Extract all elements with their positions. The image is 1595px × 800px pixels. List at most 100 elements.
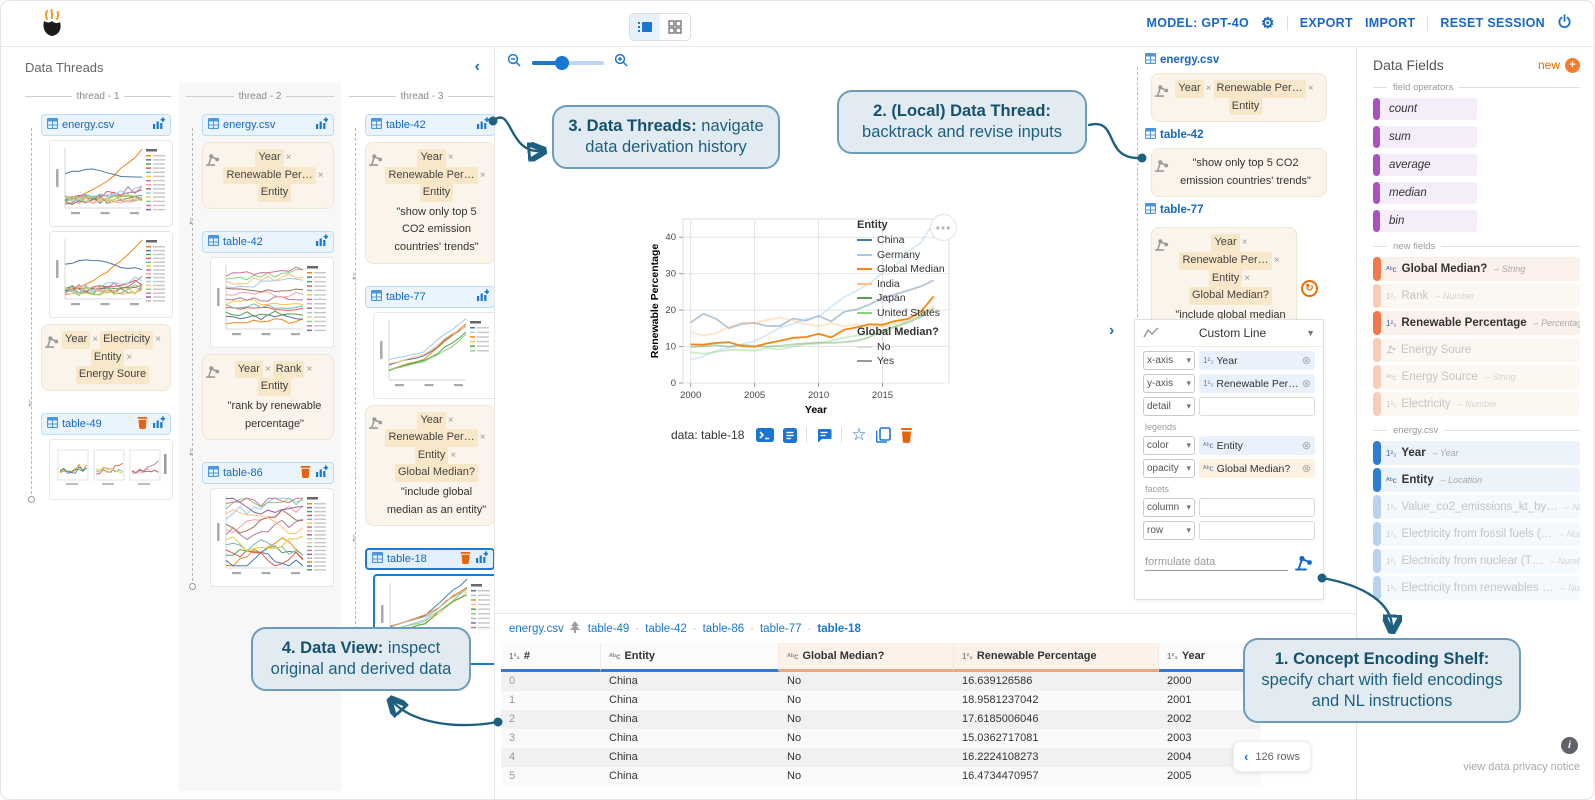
formulate-data-input[interactable]: formulate data xyxy=(1145,556,1288,571)
add-chart-icon[interactable] xyxy=(152,117,165,133)
operator-chip-median[interactable]: median xyxy=(1373,182,1477,204)
remove-field-icon[interactable]: × xyxy=(155,334,161,345)
remove-field-icon[interactable]: × xyxy=(1242,237,1248,248)
info-icon[interactable]: i xyxy=(1561,737,1578,754)
chart-thumbnail[interactable] xyxy=(49,140,173,227)
legend-entry-india[interactable]: India xyxy=(857,278,965,290)
formulate-wand-icon[interactable] xyxy=(1294,554,1313,571)
legend-entry-germany[interactable]: Germany xyxy=(857,249,965,261)
remove-field-icon[interactable]: × xyxy=(448,415,454,426)
derivation-card[interactable]: Year×Renewable Per…×Entity xyxy=(202,142,334,209)
table-card-table-42[interactable]: table-42 xyxy=(202,231,334,253)
legend-entry-united-states[interactable]: United States xyxy=(857,307,965,319)
field-item-renewable-percentage[interactable]: 1²₃Renewable Percentage– Percentage xyxy=(1373,311,1580,335)
field-item-rank[interactable]: 1²₃Rank– Number xyxy=(1373,284,1580,308)
chat-button[interactable] xyxy=(816,428,832,443)
delete-table-icon[interactable] xyxy=(137,416,148,432)
remove-field-icon[interactable]: × xyxy=(265,364,271,375)
channel-selector-x-axis[interactable]: x-axis▾ xyxy=(1143,351,1195,370)
export-button[interactable]: EXPORT xyxy=(1300,16,1353,30)
local-table-link-table-77[interactable]: table-77 xyxy=(1145,203,1327,217)
legend-entry-japan[interactable]: Japan xyxy=(857,292,965,304)
field-chip[interactable]: Entity xyxy=(1229,98,1263,116)
data-view-tab-table-42[interactable]: table-42 xyxy=(645,623,687,635)
operator-chip-count[interactable]: count xyxy=(1373,98,1477,120)
local-table-link-energy.csv[interactable]: energy.csv xyxy=(1145,53,1327,67)
remove-field-icon[interactable]: × xyxy=(126,352,132,363)
chart-thumbnail[interactable] xyxy=(49,439,173,500)
zoom-out-icon[interactable] xyxy=(507,53,522,73)
field-item-electricity-from-nuclear-t-[interactable]: 1²₃Electricity from nuclear (T…– Number xyxy=(1373,549,1580,573)
derivation-card[interactable]: "show only top 5 CO2 emission countries'… xyxy=(1151,148,1327,197)
field-chip[interactable]: Year xyxy=(235,361,263,379)
derivation-card[interactable]: Year×Renewable Per…×Entity xyxy=(1151,73,1327,122)
remove-field-icon[interactable]: × xyxy=(448,152,454,163)
field-chip[interactable]: Rank xyxy=(273,361,305,379)
remove-encoding-icon[interactable]: ⊗ xyxy=(1302,462,1311,475)
remove-field-icon[interactable]: × xyxy=(1244,273,1250,284)
remove-field-icon[interactable]: × xyxy=(318,170,324,181)
refresh-icon[interactable]: ↻ xyxy=(1301,280,1318,297)
chart-thumbnail[interactable] xyxy=(210,257,334,348)
field-item-energy-soure[interactable]: Energy Soure xyxy=(1373,338,1580,362)
field-chip[interactable]: Year xyxy=(62,331,90,349)
remove-field-icon[interactable]: × xyxy=(286,152,292,163)
field-chip[interactable]: Year xyxy=(1175,80,1203,98)
data-view-tab-energy.csv[interactable]: energy.csv xyxy=(509,623,564,635)
operator-chip-sum[interactable]: sum xyxy=(1373,126,1477,148)
chart-thumbnail[interactable] xyxy=(210,488,334,587)
remove-field-icon[interactable]: × xyxy=(1206,83,1212,94)
field-item-year[interactable]: 1²₃Year– Year xyxy=(1373,441,1580,465)
encoding-field-y-axis[interactable]: 1²₃Renewable Per…⊗ xyxy=(1199,374,1315,393)
remove-field-icon[interactable]: × xyxy=(1308,83,1314,94)
field-chip[interactable]: Entity xyxy=(258,184,292,202)
field-item-electricity-from-fossil-fuels-[interactable]: 1²₃Electricity from fossil fuels (…– Num… xyxy=(1373,522,1580,546)
remove-field-icon[interactable]: × xyxy=(450,450,456,461)
field-chip[interactable]: Renewable Per… xyxy=(385,167,477,185)
table-card-table-42[interactable]: table-42 xyxy=(365,114,495,136)
field-chip[interactable]: Entity xyxy=(415,447,449,465)
field-chip[interactable]: Renewable Per… xyxy=(1179,252,1271,270)
column-header--[interactable]: 1²₃# xyxy=(501,643,601,672)
add-chart-icon[interactable] xyxy=(475,551,488,567)
chart-type-selector[interactable]: Custom Line ▼ xyxy=(1135,320,1323,347)
field-chip[interactable]: Electricity xyxy=(100,331,153,349)
field-item-entity[interactable]: ᴬᵇcEntity– Location xyxy=(1373,468,1580,492)
derivation-card[interactable]: Year×Rank×Entity "rank by renewable perc… xyxy=(202,354,334,440)
channel-selector-y-axis[interactable]: y-axis▾ xyxy=(1143,374,1195,393)
encoding-field-x-axis[interactable]: 1²₃Year⊗ xyxy=(1199,351,1315,370)
document-button[interactable] xyxy=(783,428,797,443)
field-item-global-median-[interactable]: ᴬᵇcGlobal Median?– String xyxy=(1373,257,1580,281)
duplicate-button[interactable] xyxy=(876,427,891,443)
field-chip[interactable]: Entity xyxy=(420,184,454,202)
zoom-slider[interactable] xyxy=(532,61,604,65)
field-item-electricity-from-renewables-[interactable]: 1²₃Electricity from renewables …– Number xyxy=(1373,576,1580,600)
add-chart-icon[interactable] xyxy=(476,117,489,133)
power-icon[interactable] xyxy=(1557,14,1572,32)
code-button[interactable] xyxy=(756,428,774,442)
data-view-tab-table-86[interactable]: table-86 xyxy=(703,623,745,635)
settings-gear-icon[interactable]: ⚙ xyxy=(1261,14,1275,32)
shelf-collapse-icon[interactable]: › xyxy=(1109,323,1114,339)
field-chip[interactable]: Renewable Per… xyxy=(1214,80,1306,98)
add-chart-icon[interactable] xyxy=(152,416,165,432)
channel-selector-color[interactable]: color▾ xyxy=(1143,436,1195,455)
collapse-panel-icon[interactable]: ‹ xyxy=(475,59,480,75)
encoding-field-detail[interactable] xyxy=(1199,397,1315,416)
field-item-value-co2-emissions-kt-by-[interactable]: 1²₃Value_co2_emissions_kt_by…– Number xyxy=(1373,495,1580,519)
derivation-card[interactable]: Year×Renewable Per…×Entity×Global Median… xyxy=(365,405,495,527)
more-options-button[interactable]: ••• xyxy=(930,214,957,241)
remove-field-icon[interactable]: × xyxy=(306,364,312,375)
add-chart-icon[interactable] xyxy=(476,289,489,305)
chart-thumbnail[interactable] xyxy=(49,231,173,318)
table-card-energy.csv[interactable]: energy.csv xyxy=(41,114,171,136)
field-chip[interactable]: Global Median? xyxy=(395,464,478,482)
remove-encoding-icon[interactable]: ⊗ xyxy=(1302,377,1311,390)
table-card-energy.csv[interactable]: energy.csv xyxy=(202,114,334,136)
channel-selector-opacity[interactable]: opacity▾ xyxy=(1143,459,1195,478)
operator-chip-bin[interactable]: bin xyxy=(1373,210,1477,232)
field-chip[interactable]: Entity xyxy=(1209,270,1243,288)
delete-chart-button[interactable] xyxy=(900,428,913,443)
delete-table-icon[interactable] xyxy=(300,465,311,481)
operator-chip-average[interactable]: average xyxy=(1373,154,1477,176)
